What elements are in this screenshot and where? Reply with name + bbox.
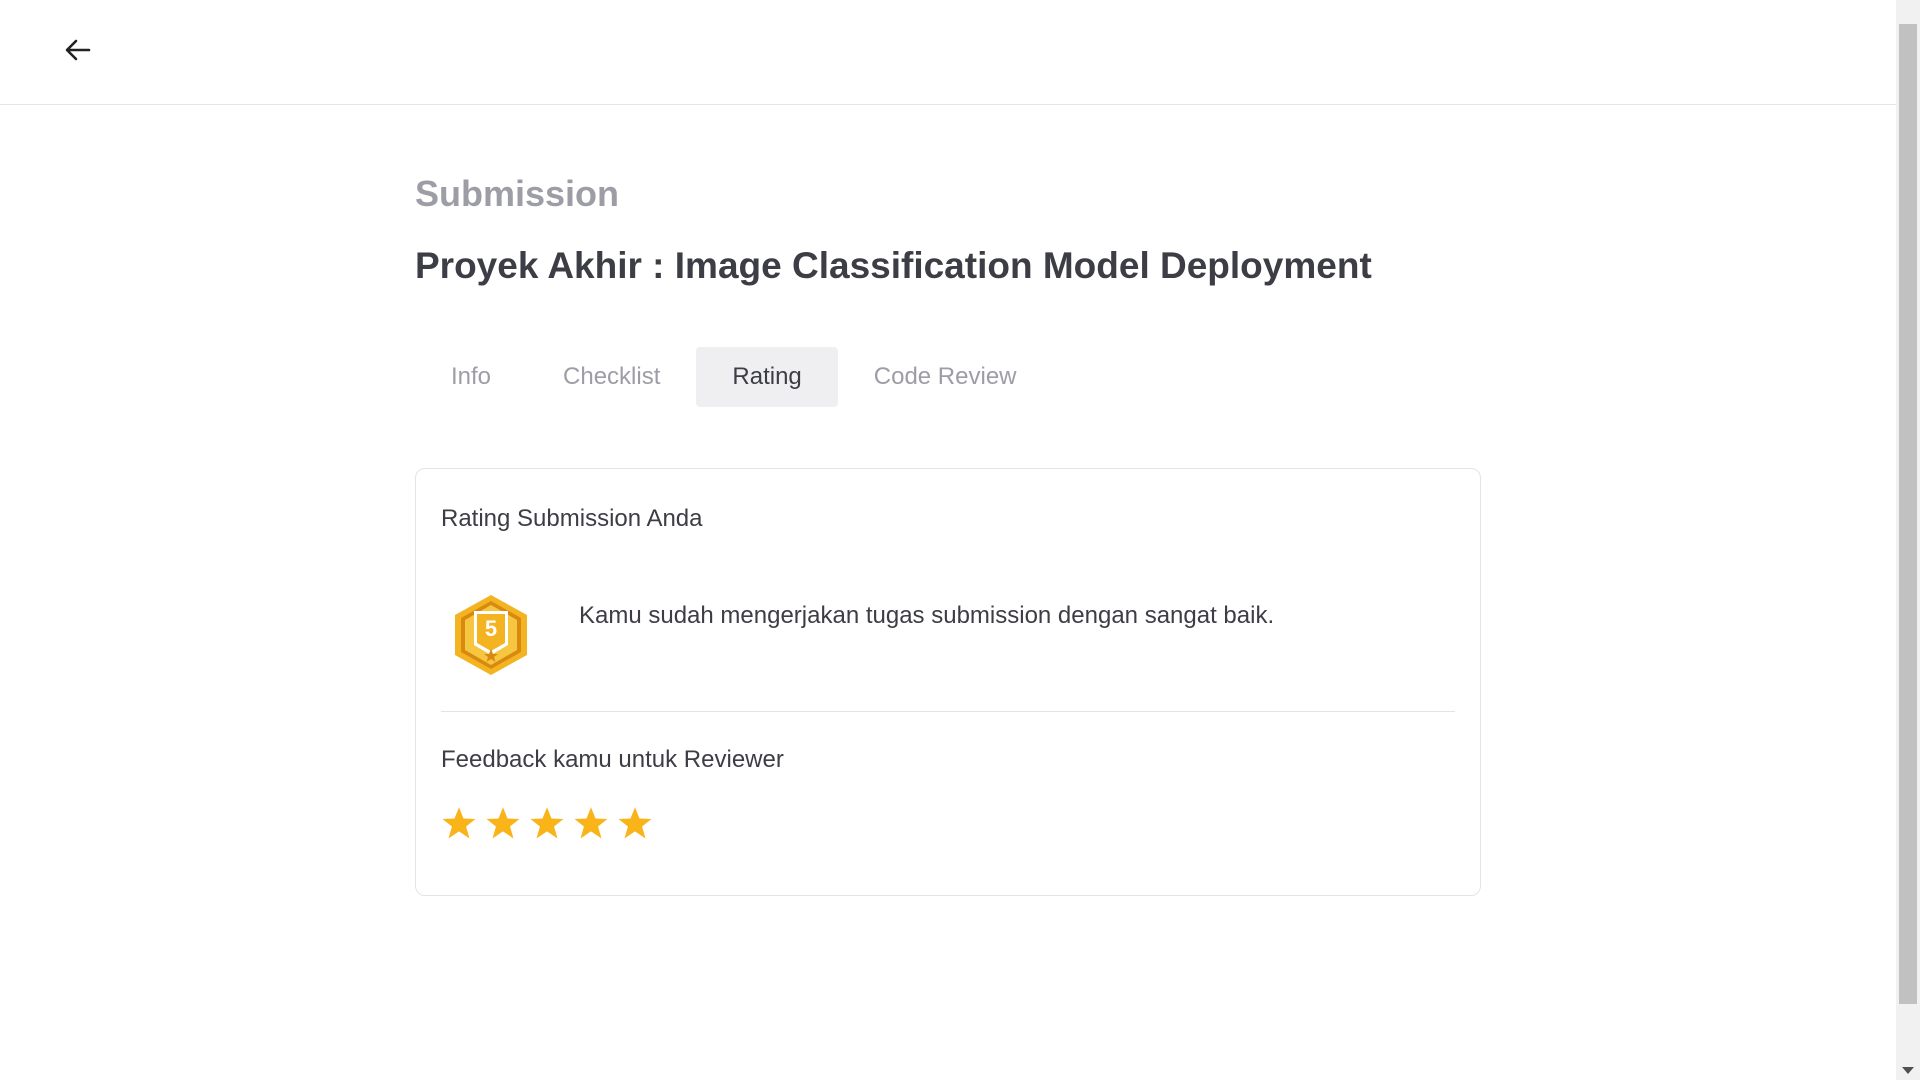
arrow-left-icon (65, 39, 91, 61)
rating-heading: Rating Submission Anda (441, 505, 703, 532)
star-icon[interactable] (573, 805, 609, 841)
tab-info[interactable]: Info (415, 347, 527, 407)
feedback-heading: Feedback kamu untuk Reviewer (441, 746, 784, 773)
star-rating[interactable] (441, 805, 653, 841)
rating-card: Rating Submission Anda 5 Kamu sudah meng… (415, 468, 1481, 896)
star-icon[interactable] (441, 805, 477, 841)
main-content: Submission Proyek Akhir : Image Classifi… (415, 170, 1481, 896)
tab-rating[interactable]: Rating (696, 347, 838, 407)
star-icon[interactable] (529, 805, 565, 841)
back-button[interactable] (56, 28, 100, 72)
rating-message: Kamu sudah mengerjakan tugas submission … (579, 602, 1275, 629)
scroll-down-arrow-icon[interactable] (1902, 1067, 1914, 1074)
scrollbar[interactable] (1896, 0, 1920, 1080)
scrollbar-thumb[interactable] (1899, 24, 1917, 1004)
tab-code-review[interactable]: Code Review (838, 347, 1053, 407)
badge-value: 5 (485, 616, 497, 641)
page-eyebrow: Submission (415, 173, 620, 214)
star-icon[interactable] (617, 805, 653, 841)
star-icon[interactable] (485, 805, 521, 841)
hexagon-rating-badge-icon: 5 (455, 595, 527, 675)
page-title: Proyek Akhir : Image Classification Mode… (415, 245, 1372, 286)
tab-bar: Info Checklist Rating Code Review (415, 347, 1053, 407)
tab-checklist[interactable]: Checklist (527, 347, 696, 407)
divider (441, 711, 1455, 712)
top-bar (0, 0, 1896, 105)
